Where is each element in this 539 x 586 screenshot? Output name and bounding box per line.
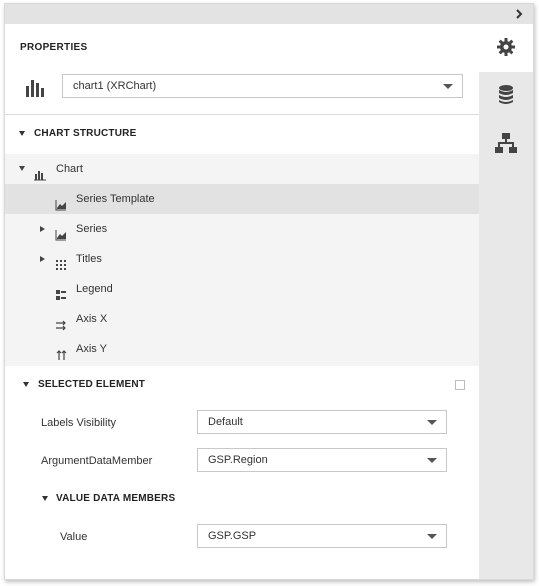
data-source-tab[interactable] [479,72,533,120]
top-bar [5,4,533,24]
tree-item-label: Titles [76,253,102,265]
gear-icon [496,37,516,60]
panel-title: PROPERTIES [20,42,88,53]
value-data-members-header[interactable]: VALUE DATA MEMBERS [5,480,479,520]
properties-window: PROPERTIES chart1 (XRChart) CHART STRUCT… [4,3,534,580]
tree-item-titles[interactable]: Titles [5,244,479,274]
chart-selector[interactable]: chart1 (XRChart) [62,74,463,98]
collapse-triangle-icon [42,496,48,501]
selected-element-header[interactable]: SELECTED ELEMENT [5,366,479,406]
report-explorer-tab[interactable] [479,120,533,168]
titles-icon [55,253,67,270]
collapse-triangle-icon [19,131,25,136]
tree-item-label: Legend [76,283,113,295]
tree-item-legend[interactable]: Legend [5,274,479,304]
chart-structure-title: CHART STRUCTURE [34,128,137,139]
tree-item-series[interactable]: Series [5,214,479,244]
selected-element-checkbox[interactable] [455,380,465,390]
argument-data-member-value: GSP.Region [208,454,268,466]
tree-item-label: Series Template [76,193,155,205]
value-label: Value [60,531,88,543]
hierarchy-icon [495,132,517,157]
tree-item-axis-y[interactable]: Axis Y [5,334,479,364]
chevron-right-icon[interactable] [513,8,525,20]
axis-x-icon [55,313,67,331]
series-template-icon [55,193,67,211]
expand-down-icon[interactable] [19,166,25,171]
expand-right-icon[interactable] [40,226,45,232]
database-icon [497,84,515,109]
value-select[interactable]: GSP.GSP [197,524,447,548]
chevron-down-icon [427,534,437,539]
selected-element-title: SELECTED ELEMENT [38,379,146,390]
value-data-members-title: VALUE DATA MEMBERS [56,493,176,504]
chevron-down-icon [427,458,437,463]
tree-item-label: Axis X [76,313,108,325]
expand-right-icon[interactable] [40,256,45,262]
tree-item-axis-x[interactable]: Axis X [5,304,479,334]
tree-item-label: Axis Y [76,343,107,355]
labels-visibility-select[interactable]: Default [197,410,447,434]
tree-item-series-template[interactable]: Series Template [5,184,479,214]
argument-data-member-select[interactable]: GSP.Region [197,448,447,472]
chart-structure-header[interactable]: CHART STRUCTURE [5,114,479,155]
legend-icon [55,283,67,300]
chart-node-icon [34,163,46,181]
chart-structure-tree: Chart Series Template Series Titles Lege… [5,154,479,364]
axis-y-icon [55,343,67,360]
bar-chart-icon [25,76,47,98]
chart-selector-value: chart1 (XRChart) [73,80,157,92]
collapse-triangle-icon [23,382,29,387]
tree-item-label: Chart [56,163,83,175]
labels-visibility-label: Labels Visibility [41,417,117,429]
value-value: GSP.GSP [208,530,257,542]
properties-tab[interactable] [479,24,533,72]
tree-item-label: Series [76,223,108,235]
chevron-down-icon [427,420,437,425]
labels-visibility-value: Default [208,416,243,428]
argument-data-member-label: ArgumentDataMember [41,455,153,467]
tree-item-chart[interactable]: Chart [5,154,479,184]
chevron-down-icon [443,84,453,89]
side-tab-bar [479,24,533,579]
series-icon [55,223,67,241]
